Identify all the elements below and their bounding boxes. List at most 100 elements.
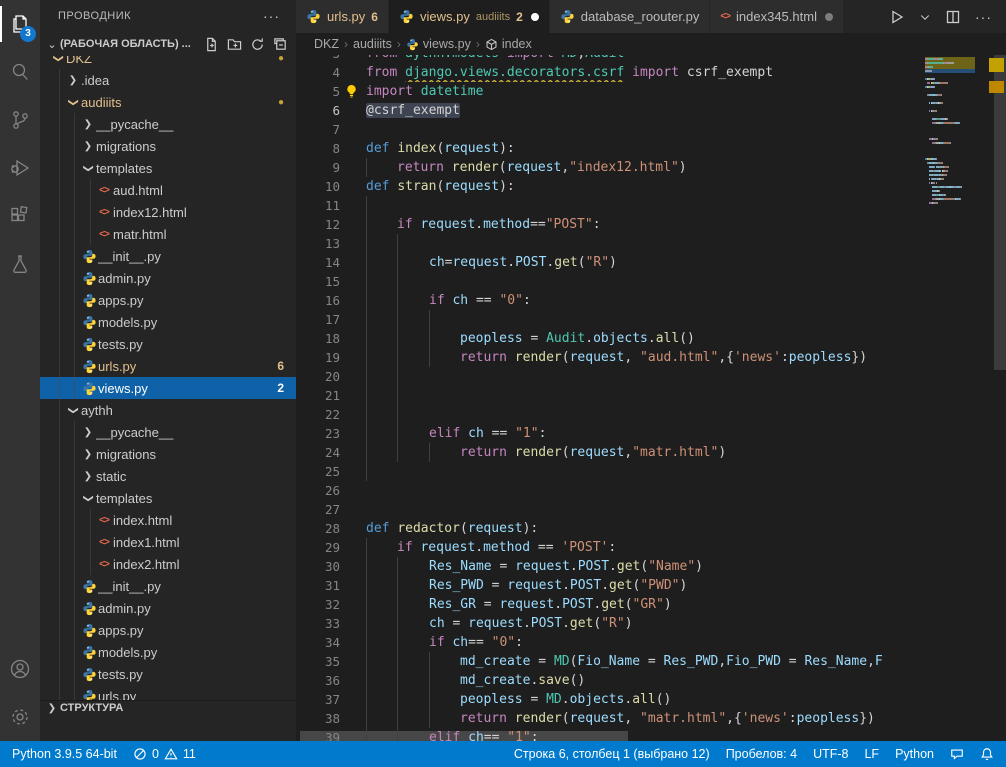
breadcrumb-symbol[interactable]: index [485, 37, 532, 51]
tree-item-index1.html[interactable]: <>index1.html [40, 531, 296, 553]
code-line-28[interactable]: 28def redactor(request): [296, 519, 925, 538]
code-line-7[interactable]: 7 [296, 120, 925, 139]
tree-item-admin.py[interactable]: admin.py [40, 267, 296, 289]
code-line-24[interactable]: 24return render(request,"matr.html") [296, 443, 925, 462]
new-file-icon[interactable] [204, 37, 219, 52]
code-line-22[interactable]: 22 [296, 405, 925, 424]
code-line-12[interactable]: 12if request.method=="POST": [296, 215, 925, 234]
source-control-icon[interactable] [0, 96, 40, 144]
tab-urls.py[interactable]: urls.py6 [296, 0, 389, 33]
more-actions-button[interactable]: ··· [975, 9, 992, 25]
tree-item-aythh[interactable]: ❯aythh [40, 399, 296, 421]
code-line-23[interactable]: 23elif ch == "1": [296, 424, 925, 443]
vertical-scrollbar[interactable] [994, 55, 1006, 370]
tree-item-static[interactable]: ❯static [40, 465, 296, 487]
tree-item-models.py[interactable]: models.py [40, 641, 296, 663]
code-line-3[interactable]: 3from aythh.models import MD,Audit [296, 55, 925, 63]
code-line-31[interactable]: 31Res_PWD = request.POST.get("PWD") [296, 576, 925, 595]
tree-item-tests.py[interactable]: tests.py [40, 663, 296, 685]
settings-gear-icon[interactable] [0, 693, 40, 741]
code-line-32[interactable]: 32Res_GR = request.POST.get("GR") [296, 595, 925, 614]
code-line-25[interactable]: 25 [296, 462, 925, 481]
code-line-21[interactable]: 21 [296, 386, 925, 405]
workspace-section-header[interactable]: ⌄ (РАБОЧАЯ ОБЛАСТЬ) ... [40, 32, 296, 56]
tree-item-templates[interactable]: ❯templates [40, 157, 296, 179]
minimap[interactable] [925, 57, 975, 205]
code-line-34[interactable]: 34if ch== "0": [296, 633, 925, 652]
tree-item-index12.html[interactable]: <>index12.html [40, 201, 296, 223]
tree-item-__init__.py[interactable]: __init__.py [40, 245, 296, 267]
tree-item-urls.py[interactable]: urls.py6 [40, 355, 296, 377]
code-line-13[interactable]: 13 [296, 234, 925, 253]
code-line-35[interactable]: 35md_create = MD(Fio_Name = Res_PWD,Fio_… [296, 652, 925, 671]
tree-item-__pycache__[interactable]: ❯__pycache__ [40, 113, 296, 135]
lightbulb-icon[interactable] [344, 84, 359, 99]
code-line-39[interactable]: 39elif ch== "1": [296, 728, 925, 741]
code-line-36[interactable]: 36md_create.save() [296, 671, 925, 690]
tree-item-.idea[interactable]: ❯.idea [40, 69, 296, 91]
language-mode-status[interactable]: Python [895, 747, 934, 761]
notifications-bell-icon[interactable] [980, 747, 994, 761]
run-python-file-button[interactable] [889, 9, 905, 25]
code-line-27[interactable]: 27 [296, 500, 925, 519]
account-icon[interactable] [0, 645, 40, 693]
code-line-6[interactable]: 6@csrf_exempt [296, 101, 925, 120]
tree-item-__pycache__[interactable]: ❯__pycache__ [40, 421, 296, 443]
outline-section-header[interactable]: ❯ СТРУКТУРА [40, 700, 296, 715]
cursor-position-status[interactable]: Строка 6, столбец 1 (выбрано 12) [514, 747, 710, 761]
code-line-17[interactable]: 17 [296, 310, 925, 329]
tree-item-tests.py[interactable]: tests.py [40, 333, 296, 355]
python-interpreter-status[interactable]: Python 3.9.5 64-bit [12, 747, 117, 761]
tab-index345.html[interactable]: <>index345.html [710, 0, 844, 33]
breadcrumb-root[interactable]: DKZ [314, 37, 339, 51]
tree-item-migrations[interactable]: ❯migrations [40, 135, 296, 157]
code-editor[interactable]: 3from aythh.models import MD,Audit4from … [296, 55, 1006, 741]
refresh-icon[interactable] [250, 37, 265, 52]
tree-item-index2.html[interactable]: <>index2.html [40, 553, 296, 575]
tree-item-index.html[interactable]: <>index.html [40, 509, 296, 531]
tab-database_roouter.py[interactable]: database_roouter.py [550, 0, 711, 33]
views-and-more-actions-button[interactable]: ··· [257, 8, 286, 24]
run-debug-icon[interactable] [0, 144, 40, 192]
code-line-30[interactable]: 30Res_Name = request.POST.get("Name") [296, 557, 925, 576]
code-line-11[interactable]: 11 [296, 196, 925, 215]
tree-item-templates[interactable]: ❯templates [40, 487, 296, 509]
tree-item-views.py[interactable]: views.py2 [40, 377, 296, 399]
tree-item-audiiits[interactable]: ❯audiiits● [40, 91, 296, 113]
tree-item-migrations[interactable]: ❯migrations [40, 443, 296, 465]
code-line-37[interactable]: 37peopless = MD.objects.all() [296, 690, 925, 709]
explorer-icon[interactable]: 3 [0, 0, 40, 48]
extensions-icon[interactable] [0, 192, 40, 240]
code-line-38[interactable]: 38return render(request, "matr.html",{'n… [296, 709, 925, 728]
tree-item-matr.html[interactable]: <>matr.html [40, 223, 296, 245]
breadcrumb-folder[interactable]: audiiits [353, 37, 392, 51]
tree-item-models.py[interactable]: models.py [40, 311, 296, 333]
breadcrumb-file[interactable]: views.py [406, 37, 471, 51]
new-folder-icon[interactable] [227, 37, 242, 52]
code-line-9[interactable]: 9return render(request,"index12.html") [296, 158, 925, 177]
eol-status[interactable]: LF [864, 747, 879, 761]
code-line-4[interactable]: 4from django.views.decorators.csrf impor… [296, 63, 925, 82]
tree-item-aud.html[interactable]: <>aud.html [40, 179, 296, 201]
problems-status[interactable]: 0 11 [133, 747, 196, 761]
code-line-26[interactable]: 26 [296, 481, 925, 500]
code-line-15[interactable]: 15 [296, 272, 925, 291]
code-line-19[interactable]: 19return render(request, "aud.html",{'ne… [296, 348, 925, 367]
tree-item-apps.py[interactable]: apps.py [40, 619, 296, 641]
dirty-indicator-dot[interactable] [825, 13, 833, 21]
code-line-16[interactable]: 16if ch == "0": [296, 291, 925, 310]
search-icon[interactable] [0, 48, 40, 96]
run-dropdown-chevron-icon[interactable] [919, 9, 931, 25]
code-line-14[interactable]: 14ch=request.POST.get("R") [296, 253, 925, 272]
tree-item-admin.py[interactable]: admin.py [40, 597, 296, 619]
code-line-5[interactable]: 5import datetime [296, 82, 925, 101]
code-line-20[interactable]: 20 [296, 367, 925, 386]
tree-item-__init__.py[interactable]: __init__.py [40, 575, 296, 597]
tab-views.py[interactable]: views.pyaudiiits2 [389, 0, 550, 33]
code-line-33[interactable]: 33ch = request.POST.get("R") [296, 614, 925, 633]
encoding-status[interactable]: UTF-8 [813, 747, 848, 761]
collapse-all-icon[interactable] [273, 37, 288, 52]
code-line-10[interactable]: 10def stran(request): [296, 177, 925, 196]
tree-item-urls.py[interactable]: urls.py [40, 685, 296, 700]
dirty-indicator-dot[interactable] [531, 13, 539, 21]
